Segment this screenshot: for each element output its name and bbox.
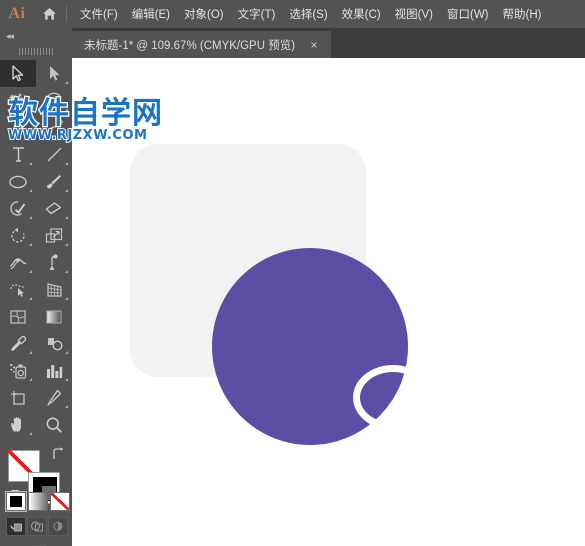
- eyedropper-tool[interactable]: [0, 330, 36, 357]
- menu-item-view[interactable]: 视图(V): [388, 0, 440, 28]
- shaper-tool[interactable]: [0, 195, 36, 222]
- tool-flyout-indicator: [65, 81, 68, 84]
- free-transform-tool[interactable]: [36, 249, 72, 276]
- tool-flyout-indicator: [65, 108, 68, 111]
- tool-flyout-indicator: [65, 378, 68, 381]
- menu-item-help[interactable]: 帮助(H): [496, 0, 549, 28]
- tool-flyout-indicator: [29, 135, 32, 138]
- menu-item-window[interactable]: 窗口(W): [440, 0, 496, 28]
- swap-fill-stroke-icon[interactable]: [50, 446, 66, 462]
- white-ring[interactable]: [353, 365, 433, 430]
- draw-behind-button[interactable]: [27, 517, 47, 536]
- fill-stroke-controls: [0, 446, 72, 524]
- perspective-grid-tool[interactable]: [36, 276, 72, 303]
- tool-flyout-indicator: [65, 297, 68, 300]
- curvature-tool[interactable]: [36, 114, 72, 141]
- scale-tool[interactable]: [36, 222, 72, 249]
- menu-bar: Ai 文件(F) 编辑(E) 对象(O) 文字(T) 选择(S) 效果(C) 视…: [0, 0, 585, 28]
- shape-builder-tool[interactable]: [0, 276, 36, 303]
- tool-flyout-indicator: [65, 270, 68, 273]
- tool-flyout-indicator: [29, 270, 32, 273]
- artboard-tool[interactable]: [0, 384, 36, 411]
- tool-flyout-indicator: [29, 432, 32, 435]
- menubar-divider: [66, 6, 67, 22]
- menu-item-file[interactable]: 文件(F): [73, 0, 125, 28]
- paintbrush-tool[interactable]: [36, 168, 72, 195]
- artboard-card[interactable]: [130, 144, 433, 445]
- width-tool[interactable]: [0, 249, 36, 276]
- close-icon[interactable]: ×: [307, 38, 321, 52]
- none-mode-button[interactable]: [50, 492, 70, 511]
- eraser-tool[interactable]: [36, 195, 72, 222]
- tool-flyout-indicator: [29, 189, 32, 192]
- grip-lines-icon: [19, 47, 53, 55]
- none-slash-icon: [51, 493, 69, 510]
- illustrator-window: Ai 文件(F) 编辑(E) 对象(O) 文字(T) 选择(S) 效果(C) 视…: [0, 0, 585, 546]
- lasso-tool[interactable]: [36, 87, 72, 114]
- pen-tool[interactable]: [0, 114, 36, 141]
- symbol-sprayer-tool[interactable]: [0, 357, 36, 384]
- selection-tool[interactable]: [0, 60, 36, 87]
- draw-inside-button[interactable]: [48, 517, 68, 536]
- document-tab-bar: 未标题-1* @ 109.67% (CMYK/GPU 预览) ×: [0, 28, 585, 58]
- menu-item-object[interactable]: 对象(O): [177, 0, 231, 28]
- canvas-area[interactable]: [72, 58, 585, 546]
- tool-flyout-indicator: [65, 162, 68, 165]
- magic-wand-tool[interactable]: [0, 87, 36, 114]
- zoom-tool[interactable]: [36, 411, 72, 438]
- tool-flyout-indicator: [29, 162, 32, 165]
- document-tab[interactable]: 未标题-1* @ 109.67% (CMYK/GPU 预览) ×: [72, 31, 332, 58]
- document-tab-title: 未标题-1* @ 109.67% (CMYK/GPU 预览): [84, 39, 296, 52]
- menu-item-select[interactable]: 选择(S): [282, 0, 334, 28]
- type-tool[interactable]: [0, 141, 36, 168]
- hand-tool[interactable]: [0, 411, 36, 438]
- panel-drag-handle[interactable]: [0, 44, 72, 58]
- home-icon[interactable]: [34, 0, 64, 28]
- gradient-mode-button[interactable]: [28, 492, 48, 511]
- tool-flyout-indicator: [65, 189, 68, 192]
- tool-flyout-indicator: [29, 243, 32, 246]
- menu-item-edit[interactable]: 编辑(E): [125, 0, 177, 28]
- tool-flyout-indicator: [29, 297, 32, 300]
- mesh-tool[interactable]: [0, 303, 36, 330]
- blend-tool[interactable]: [36, 330, 72, 357]
- menu-item-type[interactable]: 文字(T): [231, 0, 283, 28]
- fill-mode-buttons: [5, 491, 70, 512]
- tool-flyout-indicator: [65, 351, 68, 354]
- solid-color-icon: [10, 496, 22, 507]
- collapse-panel-button[interactable]: ◂◂: [0, 28, 72, 44]
- tool-flyout-indicator: [29, 378, 32, 381]
- tool-flyout-indicator: [65, 243, 68, 246]
- tool-flyout-indicator: [65, 405, 68, 408]
- color-mode-button[interactable]: [5, 491, 27, 512]
- tool-flyout-indicator: [29, 351, 32, 354]
- app-logo: Ai: [8, 5, 26, 22]
- purple-circle[interactable]: [212, 248, 433, 445]
- rotate-tool[interactable]: [0, 222, 36, 249]
- ellipse-tool[interactable]: [0, 168, 36, 195]
- slice-tool[interactable]: [36, 384, 72, 411]
- tool-flyout-indicator: [65, 216, 68, 219]
- line-segment-tool[interactable]: [36, 141, 72, 168]
- menu-item-effect[interactable]: 效果(C): [335, 0, 388, 28]
- draw-mode-buttons: [6, 517, 68, 536]
- tool-grid: [0, 58, 72, 438]
- tools-panel: ◂◂: [0, 28, 72, 546]
- draw-normal-button[interactable]: [6, 517, 26, 536]
- gradient-tool[interactable]: [36, 303, 72, 330]
- tool-flyout-indicator: [29, 216, 32, 219]
- direct-selection-tool[interactable]: [36, 60, 72, 87]
- column-graph-tool[interactable]: [36, 357, 72, 384]
